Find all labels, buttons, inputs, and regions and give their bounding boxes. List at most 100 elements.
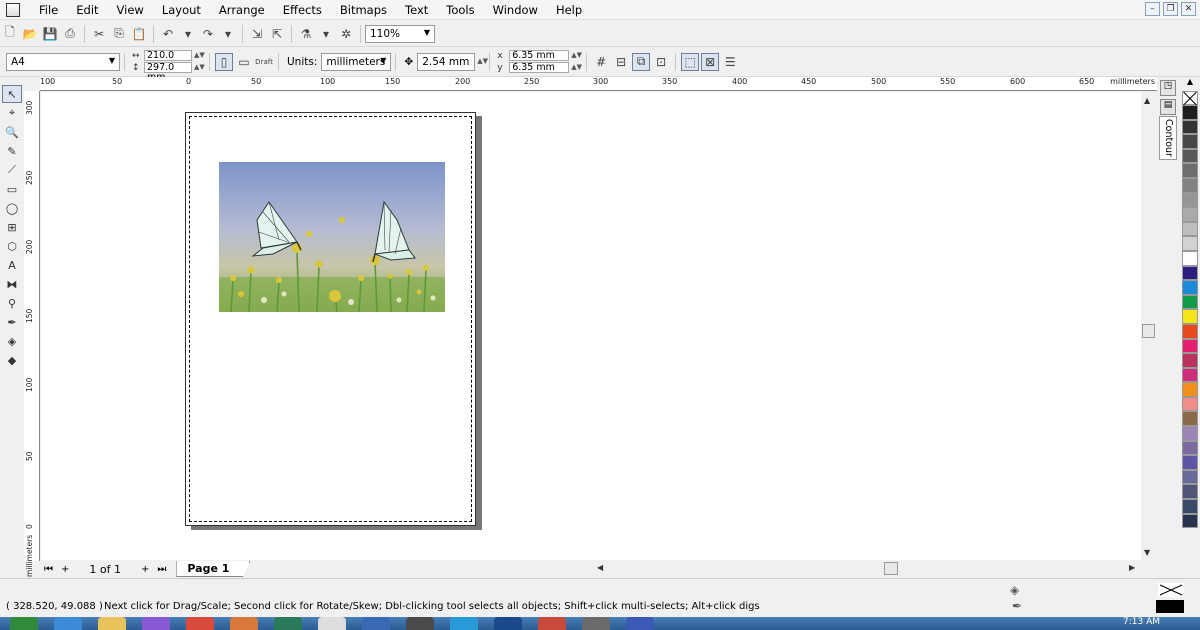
palette-swatch[interactable] [1182,221,1198,237]
palette-swatch[interactable] [1182,499,1198,514]
portrait-icon[interactable]: ▯ [215,52,233,71]
scroll-left-icon[interactable]: ◀ [597,563,603,572]
dynamic-guides-icon[interactable]: ⊡ [652,53,670,71]
drawing-canvas[interactable] [41,92,1157,560]
zoom-tool-icon[interactable]: 🔍 [2,123,22,141]
fill-tool-icon[interactable]: ◈ [2,332,22,350]
butterfly-photo[interactable] [219,162,445,312]
paper-width-field[interactable]: 210.0 mm [144,50,192,71]
polygon-tool-icon[interactable]: ⊞ [2,218,22,236]
palette-swatch[interactable] [1182,323,1198,339]
app-icon[interactable] [318,617,346,630]
firefox-icon[interactable] [230,617,258,630]
menu-layout[interactable]: Layout [153,3,210,17]
pick-tool-icon[interactable]: ↖ [2,85,22,103]
menu-view[interactable]: View [108,3,153,17]
redo-icon[interactable]: ↷ [199,25,217,43]
print-icon[interactable]: ⎙ [61,25,79,43]
palette-swatch[interactable] [1182,105,1198,120]
palette-swatch[interactable] [1182,163,1198,178]
palette-swatch[interactable] [1182,367,1198,383]
palette-swatch[interactable] [1182,207,1198,222]
palette-swatch[interactable] [1182,236,1198,251]
object-properties-icon[interactable]: ▤ [1160,99,1176,115]
palette-swatch[interactable] [1182,250,1198,266]
palette-swatch[interactable] [1182,177,1198,193]
snap-to-objects-icon[interactable]: ⧉ [632,52,651,71]
horizontal-scrollbar[interactable]: ◀ ▶ [593,561,1141,577]
minimize-button[interactable]: – [1145,2,1160,16]
interactive-fill-tool-icon[interactable]: ◆ [2,351,22,369]
paper-type-select[interactable]: A4 ▼ [6,52,120,71]
menu-tools[interactable]: Tools [437,3,483,17]
app-icon[interactable] [274,617,302,630]
shape-tool-icon[interactable]: ⌖ [2,104,22,122]
add-page-before-icon[interactable]: + [61,564,69,575]
ie-icon[interactable] [54,617,82,630]
snap-to-grid-icon[interactable]: # [592,53,610,71]
photoshop-icon[interactable] [494,617,522,630]
rectangle-tool-icon[interactable]: ▭ [2,180,22,198]
chrome-icon[interactable] [186,617,214,630]
app-icon[interactable] [362,617,390,630]
smart-fill-tool-icon[interactable]: ⟋ [2,161,22,179]
outline-pen-icon[interactable]: ✒ [1012,599,1022,613]
draw-options-icon[interactable]: ⊠ [701,52,720,71]
vertical-scrollbar[interactable]: ▲ ▼ [1141,92,1157,560]
fill-bucket-icon[interactable]: ◈ [1010,583,1019,597]
explorer-icon[interactable] [98,617,126,630]
palette-swatch[interactable] [1182,353,1198,368]
application-launcher-icon[interactable]: ⚗ [297,25,315,43]
palette-swatch[interactable] [1182,134,1198,149]
last-page-icon[interactable]: ⏭ [157,564,166,575]
palette-swatch[interactable] [1182,192,1198,208]
outline-color-swatch[interactable] [1156,600,1184,613]
page-tab[interactable]: Page 1 [176,561,251,577]
document-page[interactable] [185,112,476,526]
palette-scroll-up-icon[interactable]: ▲ [1180,77,1200,91]
ellipse-tool-icon[interactable]: ◯ [2,199,22,217]
palette-swatch[interactable] [1182,280,1198,295]
media-icon[interactable] [142,617,170,630]
first-page-icon[interactable]: ⏮ [44,564,53,575]
draft-mode-button[interactable]: Draft [255,53,273,71]
palette-swatch[interactable] [1182,411,1198,427]
horizontal-ruler[interactable]: 100 50 0 50 100 150 200 250 300 350 400 … [40,77,1157,91]
export-icon[interactable]: ⇱ [268,25,286,43]
palette-swatch[interactable] [1182,294,1198,310]
copy-icon[interactable]: ⎘ [110,25,128,43]
vertical-scroll-thumb[interactable] [1142,324,1155,338]
palette-swatch[interactable] [1182,265,1198,281]
scroll-up-icon[interactable]: ▲ [1144,96,1150,105]
palette-swatch[interactable] [1182,119,1198,135]
add-page-after-icon[interactable]: + [141,564,149,575]
fill-color-swatch[interactable] [1158,583,1184,597]
app-icon[interactable] [450,617,478,630]
freehand-tool-icon[interactable]: ✎ [2,142,22,160]
menu-text[interactable]: Text [396,3,437,17]
treat-as-filled-icon[interactable]: ⬚ [681,52,700,71]
start-button-icon[interactable] [10,617,38,630]
palette-swatch[interactable] [1182,382,1198,397]
spin-arrows-icon[interactable]: ▲▼ [477,58,488,65]
contour-docker-tab[interactable]: Contour [1159,116,1177,160]
eyedropper-tool-icon[interactable]: ⚲ [2,294,22,312]
dup-x-field[interactable]: 6.35 mm [509,50,570,61]
nudge-offset-field[interactable]: 2.54 mm [417,52,476,71]
cut-icon[interactable]: ✂ [90,25,108,43]
menu-effects[interactable]: Effects [274,3,331,17]
spin-arrows-icon[interactable]: ▲▼ [194,52,205,59]
app-icon[interactable] [538,617,566,630]
menu-bitmaps[interactable]: Bitmaps [331,3,396,17]
app-icon[interactable] [582,617,610,630]
outline-tool-icon[interactable]: ✒ [2,313,22,331]
restore-button[interactable]: ❐ [1163,2,1178,16]
palette-swatch[interactable] [1182,469,1198,485]
close-button[interactable]: ✕ [1181,2,1196,16]
paste-icon[interactable]: 📋 [130,25,148,43]
palette-swatch[interactable] [1182,484,1198,500]
menu-arrange[interactable]: Arrange [210,3,274,17]
palette-swatch[interactable] [1182,148,1198,164]
menu-edit[interactable]: Edit [67,3,107,17]
interactive-blend-tool-icon[interactable]: ⧓ [2,275,22,293]
